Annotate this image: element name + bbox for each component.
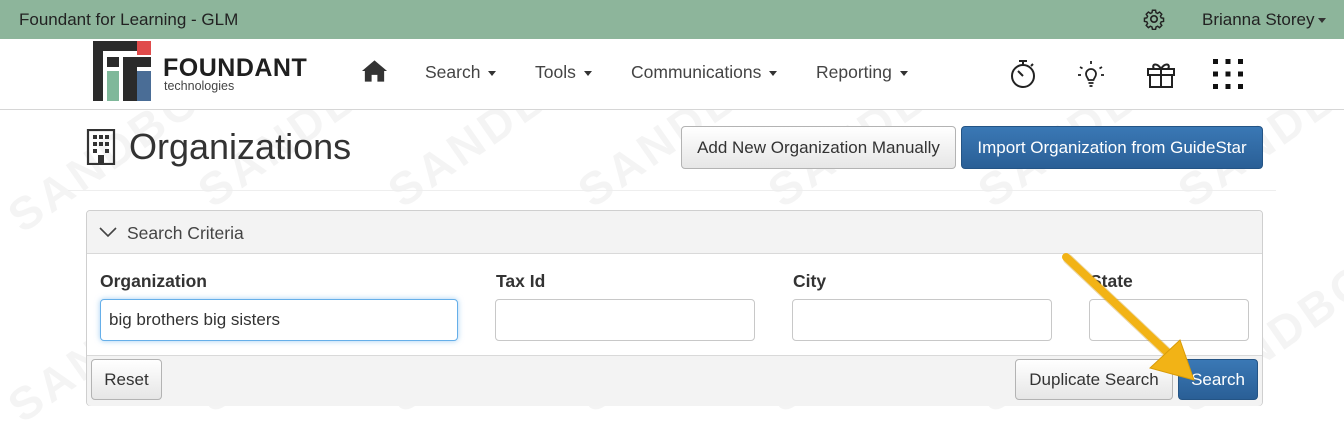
caret-down-icon [1318, 18, 1327, 24]
gear-icon[interactable] [1143, 8, 1165, 30]
tax-id-label: Tax Id [496, 271, 546, 291]
logo-mark-icon [93, 41, 151, 101]
nav-reporting-label: Reporting [816, 62, 892, 82]
search-button[interactable]: Search [1178, 359, 1258, 400]
organization-label: Organization [100, 271, 207, 291]
page-header: Organizations [86, 126, 352, 167]
nav-search-label: Search [425, 62, 481, 82]
stopwatch-icon[interactable] [1007, 58, 1039, 90]
main-navbar: FOUNDANT technologies Search Tools Commu… [0, 39, 1344, 110]
nav-communications[interactable]: Communications [631, 62, 778, 83]
reset-button[interactable]: Reset [91, 359, 162, 400]
home-icon[interactable] [361, 59, 388, 83]
panel-heading[interactable]: Search Criteria [87, 211, 1262, 254]
duplicate-search-button[interactable]: Duplicate Search [1015, 359, 1173, 400]
nav-tools[interactable]: Tools [535, 62, 592, 83]
lightbulb-icon[interactable] [1075, 58, 1107, 90]
user-name: Brianna Storey [1202, 10, 1315, 29]
caret-down-icon [583, 70, 592, 76]
nav-search[interactable]: Search [425, 62, 497, 83]
building-icon [86, 129, 116, 165]
nav-reporting[interactable]: Reporting [816, 62, 908, 83]
logo-sub-text: technologies [164, 79, 235, 93]
import-guidestar-button[interactable]: Import Organization from GuideStar [961, 126, 1263, 169]
divider [68, 190, 1276, 191]
state-input[interactable] [1089, 299, 1249, 341]
nav-communications-label: Communications [631, 62, 762, 82]
caret-down-icon [488, 70, 497, 76]
caret-down-icon [899, 70, 908, 76]
add-organization-button[interactable]: Add New Organization Manually [681, 126, 956, 169]
state-label: State [1090, 271, 1133, 291]
city-label: City [793, 271, 827, 291]
nav-tools-label: Tools [535, 62, 576, 82]
organization-input[interactable] [100, 299, 458, 341]
city-input[interactable] [792, 299, 1052, 341]
tax-id-input[interactable] [495, 299, 755, 341]
panel-title: Search Criteria [127, 223, 244, 243]
top-bar: Foundant for Learning - GLM Brianna Stor… [0, 0, 1344, 39]
chevron-down-icon [99, 227, 117, 238]
apps-grid-icon[interactable] [1212, 58, 1244, 90]
caret-down-icon [769, 70, 778, 76]
foundant-logo[interactable]: FOUNDANT technologies [93, 41, 323, 101]
user-menu[interactable]: Brianna Storey [1202, 10, 1327, 30]
site-title: Foundant for Learning - GLM [19, 10, 239, 29]
page-title: Organizations [129, 126, 352, 167]
gift-icon[interactable] [1145, 58, 1177, 90]
